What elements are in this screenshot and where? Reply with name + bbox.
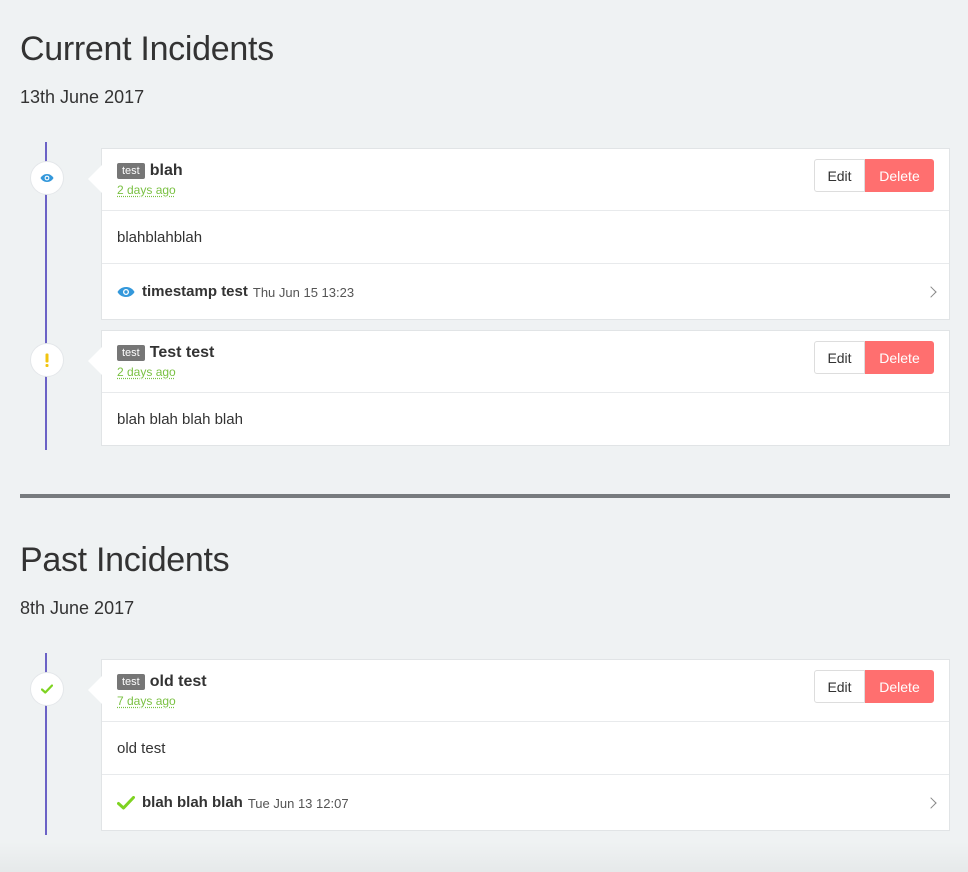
incident-tag[interactable]: test [117,674,145,690]
past-timeline: test old test 7 days ago Edit Delete old… [20,0,950,840]
check-icon [41,684,53,694]
incident-update-row[interactable]: blah blah blah Tue Jun 13 12:07 [102,774,949,830]
edit-button[interactable]: Edit [814,670,865,703]
incident-actions: Edit Delete [814,670,934,703]
incident-card: test old test 7 days ago Edit Delete old… [88,659,950,831]
incident-title: old test [149,673,207,690]
update-title: blah blah blah [142,794,243,811]
incident-message: old test [117,739,166,757]
incident-card-pointer [88,676,102,704]
chevron-right-icon [925,796,937,809]
incident-header: test old test 7 days ago Edit Delete [102,660,949,722]
page-footer-shade [0,842,968,872]
incident-status-badge [30,672,64,706]
delete-button[interactable]: Delete [865,670,934,703]
check-icon [117,795,135,810]
update-time: Tue Jun 13 12:07 [247,796,349,811]
